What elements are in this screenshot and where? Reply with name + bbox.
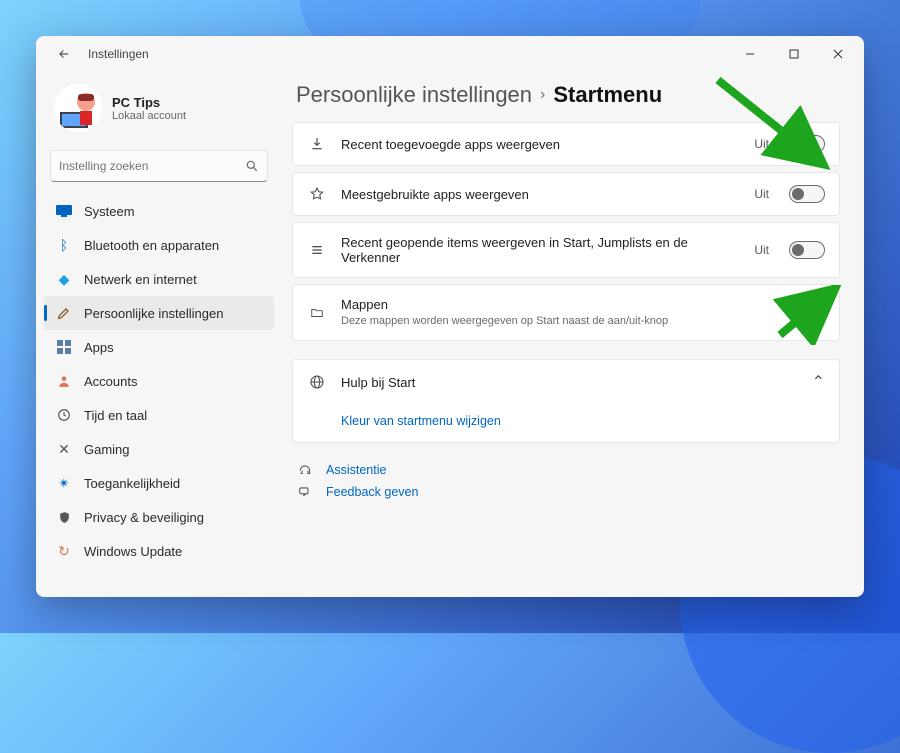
- content: Persoonlijke instellingen › Startmenu Re…: [282, 72, 864, 597]
- nav-persoon[interactable]: Persoonlijke instellingen: [44, 296, 274, 330]
- search-input[interactable]: [59, 159, 245, 173]
- close-button[interactable]: [816, 39, 860, 69]
- row-title: Meestgebruikte apps weergeven: [341, 187, 740, 202]
- row-sub: Deze mappen worden weergegeven op Start …: [341, 314, 806, 328]
- headset-icon: [296, 463, 314, 477]
- breadcrumb: Persoonlijke instellingen › Startmenu: [296, 82, 840, 108]
- maximize-button[interactable]: [772, 39, 816, 69]
- nav-update[interactable]: ↻ Windows Update: [44, 534, 274, 568]
- nav-label: Bluetooth en apparaten: [84, 238, 219, 253]
- profile-name: PC Tips: [112, 95, 186, 110]
- chevron-up-icon: ⌃: [812, 372, 825, 392]
- row-title: Mappen: [341, 297, 806, 312]
- update-icon: ↻: [56, 543, 72, 559]
- minimize-icon: [745, 49, 755, 59]
- window-controls: [728, 39, 860, 69]
- xbox-icon: ✕: [56, 441, 72, 457]
- nav: Systeem ᛒ Bluetooth en apparaten ◆ Netwerk…: [44, 194, 274, 568]
- nav-tijd[interactable]: Tijd en taal: [44, 398, 274, 432]
- monitor-icon: [56, 203, 72, 219]
- assist-label: Assistentie: [326, 463, 386, 477]
- download-icon: [307, 136, 327, 152]
- list-icon: [307, 242, 327, 258]
- bluetooth-icon: ᛒ: [56, 237, 72, 253]
- window-title: Instellingen: [88, 47, 149, 61]
- breadcrumb-parent[interactable]: Persoonlijke instellingen: [296, 82, 532, 108]
- nav-label: Persoonlijke instellingen: [84, 306, 223, 321]
- toggle-state: Uit: [754, 243, 769, 257]
- brush-icon: [56, 305, 72, 321]
- grid-icon: [56, 339, 72, 355]
- nav-netwerk[interactable]: ◆ Netwerk en internet: [44, 262, 274, 296]
- chevron-right-icon: ›: [540, 86, 545, 104]
- feedback-link[interactable]: Feedback geven: [296, 481, 840, 503]
- maximize-icon: [789, 49, 799, 59]
- profile[interactable]: PC Tips Lokaal account: [44, 76, 274, 146]
- titlebar: Instellingen: [36, 36, 864, 72]
- nav-label: Tijd en taal: [84, 408, 147, 423]
- nav-label: Windows Update: [84, 544, 182, 559]
- row-title: Recent toegevoegde apps weergeven: [341, 137, 740, 152]
- toggle-recent-added[interactable]: [789, 135, 825, 153]
- nav-label: Accounts: [84, 374, 137, 389]
- assist-link[interactable]: Assistentie: [296, 459, 840, 481]
- avatar-image: [54, 84, 102, 132]
- nav-systeem[interactable]: Systeem: [44, 194, 274, 228]
- nav-gaming[interactable]: ✕ Gaming: [44, 432, 274, 466]
- nav-toegang[interactable]: ✴ Toegankelijkheid: [44, 466, 274, 500]
- breadcrumb-current: Startmenu: [553, 82, 662, 108]
- shield-icon: [56, 509, 72, 525]
- clock-icon: [56, 407, 72, 423]
- search-box[interactable]: [50, 150, 268, 182]
- row-title: Recent geopende items weergeven in Start…: [341, 235, 740, 265]
- feedback-label: Feedback geven: [326, 485, 418, 499]
- sidebar: PC Tips Lokaal account Systeem ᛒ Bluetoot…: [36, 72, 282, 597]
- minimize-button[interactable]: [728, 39, 772, 69]
- nav-label: Systeem: [84, 204, 135, 219]
- help-link[interactable]: Kleur van startmenu wijzigen: [293, 404, 839, 442]
- nav-bluetooth[interactable]: ᛒ Bluetooth en apparaten: [44, 228, 274, 262]
- profile-sub: Lokaal account: [112, 110, 186, 122]
- row-folders[interactable]: Mappen Deze mappen worden weergegeven op…: [292, 284, 840, 341]
- toggle-state: Uit: [754, 187, 769, 201]
- arrow-left-icon: [57, 47, 71, 61]
- help-title: Hulp bij Start: [341, 375, 798, 390]
- search-icon: [245, 159, 259, 173]
- person-icon: [56, 373, 72, 389]
- star-icon: [307, 186, 327, 202]
- nav-privacy[interactable]: Privacy & beveiliging: [44, 500, 274, 534]
- chevron-right-icon: ›: [820, 304, 825, 322]
- toggle-recent-items[interactable]: [789, 241, 825, 259]
- nav-accounts[interactable]: Accounts: [44, 364, 274, 398]
- folder-icon: [307, 306, 327, 320]
- feedback-icon: [296, 485, 314, 499]
- nav-label: Apps: [84, 340, 114, 355]
- nav-label: Netwerk en internet: [84, 272, 197, 287]
- back-button[interactable]: [50, 40, 78, 68]
- close-icon: [833, 49, 843, 59]
- row-most-used: Meestgebruikte apps weergeven Uit: [292, 172, 840, 216]
- toggle-most-used[interactable]: [789, 185, 825, 203]
- help-card: Hulp bij Start ⌃ Kleur van startmenu wij…: [292, 359, 840, 443]
- wifi-icon: ◆: [56, 271, 72, 287]
- avatar: [54, 84, 102, 132]
- nav-label: Toegankelijkheid: [84, 476, 180, 491]
- toggle-state: Uit: [754, 137, 769, 151]
- settings-window: Instellingen: [36, 36, 864, 597]
- nav-label: Privacy & beveiliging: [84, 510, 204, 525]
- row-recent-added: Recent toegevoegde apps weergeven Uit: [292, 122, 840, 166]
- row-recent-items: Recent geopende items weergeven in Start…: [292, 222, 840, 278]
- main-area: PC Tips Lokaal account Systeem ᛒ Bluetoot…: [36, 72, 864, 597]
- nav-apps[interactable]: Apps: [44, 330, 274, 364]
- footer-links: Assistentie Feedback geven: [292, 459, 840, 503]
- accessibility-icon: ✴: [56, 475, 72, 491]
- globe-icon: [307, 374, 327, 390]
- help-head[interactable]: Hulp bij Start ⌃: [293, 360, 839, 404]
- nav-label: Gaming: [84, 442, 130, 457]
